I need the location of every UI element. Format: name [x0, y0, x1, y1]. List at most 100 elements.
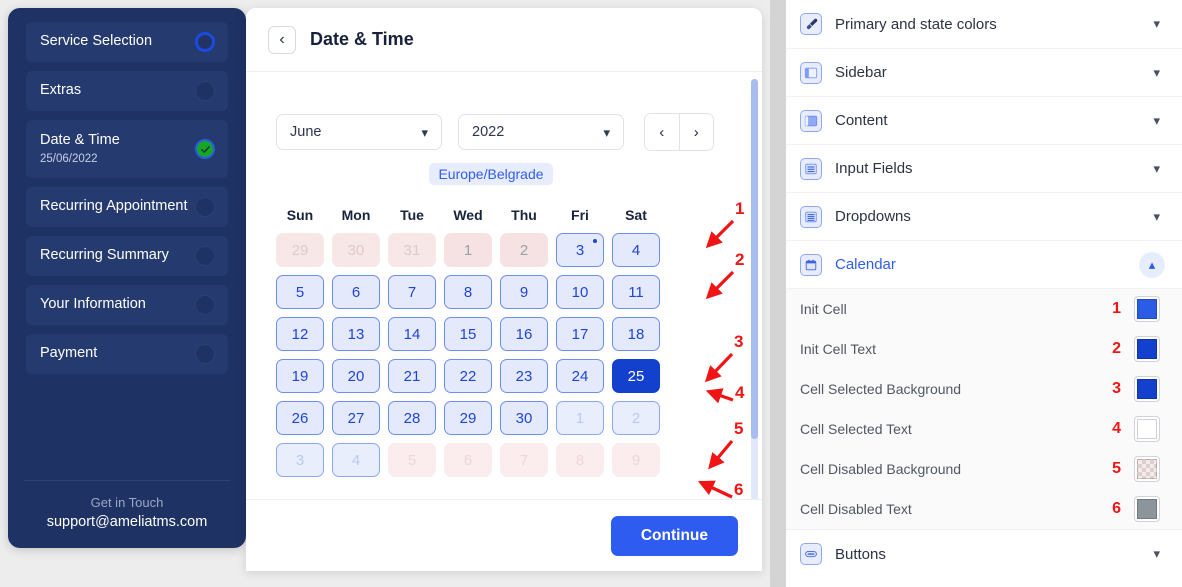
calendar-day-available[interactable]: 26 [276, 401, 324, 435]
color-swatch-button[interactable] [1134, 336, 1160, 362]
calendar-day-available[interactable]: 28 [388, 401, 436, 435]
sidebar-item-service-selection[interactable]: Service Selection [26, 22, 228, 62]
prev-month-button[interactable]: ‹ [645, 114, 679, 150]
calendar-option-number: 2 [1112, 340, 1121, 357]
continue-button[interactable]: Continue [610, 515, 738, 556]
sidebar-item-date-time[interactable]: Date & Time 25/06/2022 [26, 120, 228, 178]
step-status-pending-icon [195, 81, 215, 101]
color-swatch-button[interactable] [1134, 296, 1160, 322]
calendar-day-available[interactable]: 6 [332, 275, 380, 309]
calendar-day-available[interactable]: 12 [276, 317, 324, 351]
calendar-day-available[interactable]: 7 [388, 275, 436, 309]
accordion-input-fields[interactable]: Input Fields ▾ [786, 144, 1182, 192]
chevron-down-icon[interactable]: ▾ [1153, 546, 1160, 562]
availability-dot-icon [593, 239, 597, 243]
sidebar-item-label: Recurring Appointment [40, 198, 188, 215]
calendar-day-disabled: 2 [500, 233, 548, 267]
calendar-day-available[interactable]: 11 [612, 275, 660, 309]
next-month-button[interactable]: › [679, 114, 713, 150]
calendar-day-available[interactable]: 8 [444, 275, 492, 309]
content-scrollbar[interactable] [751, 79, 758, 519]
calendar-option-number: 6 [1112, 500, 1121, 517]
month-select[interactable]: June ▾ [276, 114, 442, 150]
calendar-day-available[interactable]: 13 [332, 317, 380, 351]
calendar-day-selected[interactable]: 25 [612, 359, 660, 393]
accordion-label: Input Fields [835, 160, 913, 177]
calendar-weekday: Tue [400, 207, 424, 223]
color-swatch-button[interactable] [1134, 496, 1160, 522]
calendar-day-available[interactable]: 9 [500, 275, 548, 309]
support-email-link[interactable]: support@ameliatms.com [24, 514, 230, 530]
calendar-day-available[interactable]: 10 [556, 275, 604, 309]
chevron-down-icon[interactable]: ▾ [1153, 161, 1160, 177]
calendar-day-available[interactable]: 30 [500, 401, 548, 435]
back-button[interactable]: ‹ [268, 25, 296, 54]
chevron-down-icon[interactable]: ▾ [1153, 16, 1160, 32]
timezone-row: Europe/Belgrade [246, 163, 736, 185]
sidebar-item-recurring-appointment[interactable]: Recurring Appointment [26, 187, 228, 227]
accordion-primary-and-state-colors[interactable]: Primary and state colors ▾ [786, 0, 1182, 48]
year-select[interactable]: 2022 ▾ [458, 114, 624, 150]
button-icon [800, 543, 822, 565]
dropdowns-icon [800, 205, 822, 228]
sidebar-step-list: Service Selection Extras Date & Time 25/… [8, 8, 246, 383]
calendar-option-number: 3 [1112, 380, 1121, 397]
calendar-day-available[interactable]: 18 [612, 317, 660, 351]
color-swatch-fill [1137, 419, 1157, 439]
chevron-down-icon[interactable]: ▾ [1153, 113, 1160, 129]
calendar-day-disabled: 7 [500, 443, 548, 477]
calendar-day-available[interactable]: 14 [388, 317, 436, 351]
calendar-day-available[interactable]: 21 [388, 359, 436, 393]
calendar-day-disabled: 8 [556, 443, 604, 477]
color-swatch-button[interactable] [1134, 376, 1160, 402]
calendar-day-available[interactable]: 23 [500, 359, 548, 393]
accordion-label: Sidebar [835, 64, 887, 81]
accordion-sidebar[interactable]: Sidebar ▾ [786, 48, 1182, 96]
calendar-day-available[interactable]: 15 [444, 317, 492, 351]
calendar-option-row: Cell Disabled Text 6 [786, 489, 1182, 529]
sidebar-footer: Get in Touch support@ameliatms.com [24, 480, 230, 548]
calendar-day-available[interactable]: 20 [332, 359, 380, 393]
calendar-day-available[interactable]: 24 [556, 359, 604, 393]
sidebar-item-extras[interactable]: Extras [26, 71, 228, 111]
calendar-day-available[interactable]: 5 [276, 275, 324, 309]
calendar-option-row: Init Cell 1 [786, 289, 1182, 329]
chevron-down-icon[interactable]: ▾ [1153, 65, 1160, 81]
month-select-value: June [290, 124, 322, 140]
calendar-day-available[interactable]: 3 [556, 233, 604, 267]
calendar-option-row: Cell Selected Text 4 [786, 409, 1182, 449]
calendar-weekday: Fri [571, 207, 589, 223]
accordion-dropdowns[interactable]: Dropdowns ▾ [786, 192, 1182, 240]
accordion-content[interactable]: Content ▾ [786, 96, 1182, 144]
chevron-up-icon[interactable]: ▴ [1139, 251, 1165, 278]
calendar-day-disabled: 9 [612, 443, 660, 477]
calendar-day-available[interactable]: 4 [612, 233, 660, 267]
calendar-option-number: 5 [1112, 460, 1121, 477]
input-fields-icon [800, 157, 822, 180]
calendar-day-available[interactable]: 29 [444, 401, 492, 435]
chevron-down-icon[interactable]: ▾ [1153, 209, 1160, 225]
calendar-day-available[interactable]: 19 [276, 359, 324, 393]
calendar-day-disabled: 30 [332, 233, 380, 267]
calendar-day-available[interactable]: 17 [556, 317, 604, 351]
calendar-day-available[interactable]: 27 [332, 401, 380, 435]
sidebar-item-payment[interactable]: Payment [26, 334, 228, 374]
calendar-week-row: 12 13 14 15 16 17 18 [276, 317, 660, 351]
scrollbar-thumb[interactable] [751, 79, 758, 439]
calendar-week-row: 26 27 28 29 30 1 2 [276, 401, 660, 435]
calendar-day-available[interactable]: 22 [444, 359, 492, 393]
color-swatch-button[interactable] [1134, 456, 1160, 482]
sidebar-item-sublabel: 25/06/2022 [40, 153, 98, 166]
booking-widget: Service Selection Extras Date & Time 25/… [0, 0, 770, 587]
sidebar-item-label: Recurring Summary [40, 247, 169, 264]
calendar-day-disabled: 6 [444, 443, 492, 477]
sidebar-item-recurring-summary[interactable]: Recurring Summary [26, 236, 228, 276]
accordion-calendar[interactable]: Calendar ▴ [786, 240, 1182, 288]
sidebar-item-your-information[interactable]: Your Information [26, 285, 228, 325]
color-swatch-button[interactable] [1134, 416, 1160, 442]
step-status-check-icon [195, 139, 215, 159]
accordion-buttons[interactable]: Buttons ▾ [786, 530, 1182, 578]
calendar-day-available[interactable]: 16 [500, 317, 548, 351]
timezone-badge[interactable]: Europe/Belgrade [429, 163, 553, 185]
